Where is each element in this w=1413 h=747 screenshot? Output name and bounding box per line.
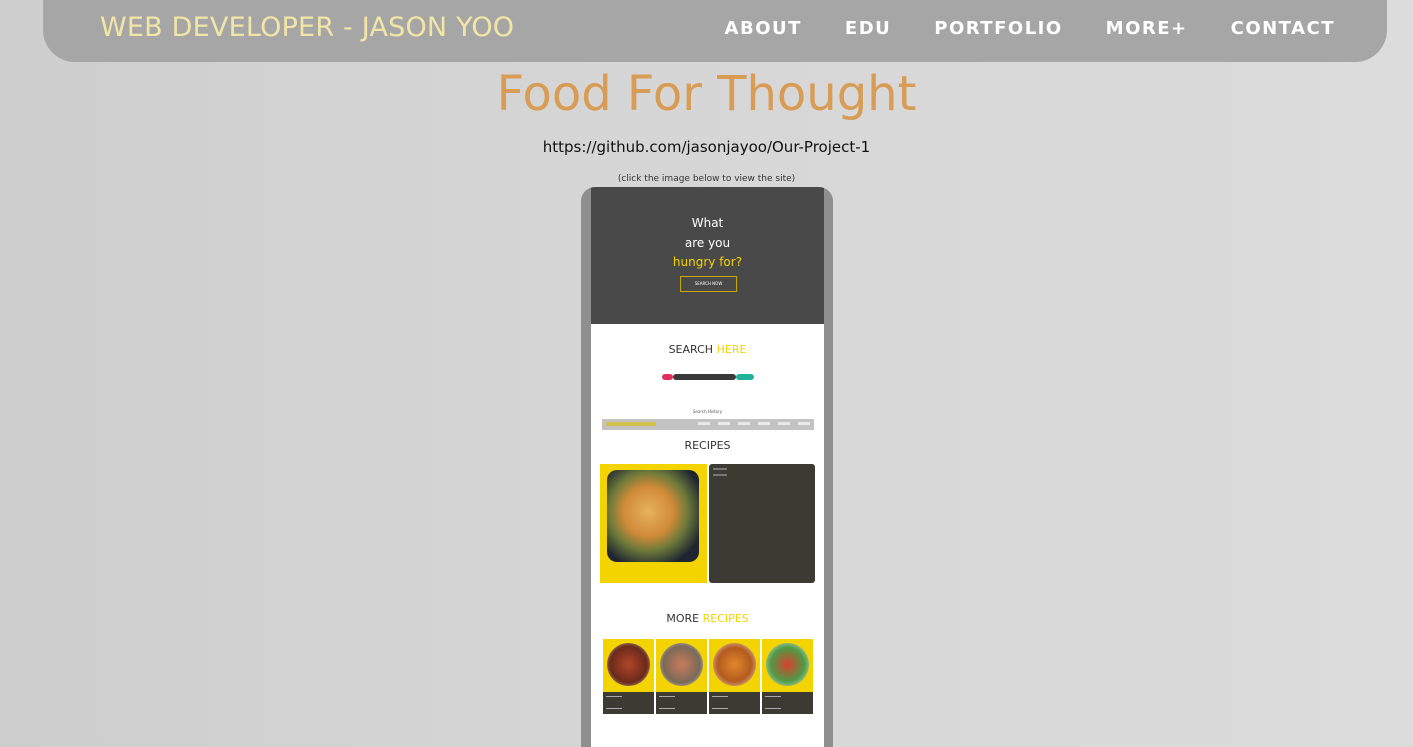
pasta-image: [607, 470, 699, 562]
preview-more-card: [656, 639, 707, 714]
preview-search-title: SEARCH HERE: [591, 343, 824, 356]
nav-link-portfolio[interactable]: PORTFOLIO: [934, 18, 1062, 39]
food-image: [607, 643, 650, 686]
top-navbar: WEB DEVELOPER - JASON YOO ABOUT EDU PORT…: [43, 0, 1387, 62]
preview-search-title-text: SEARCH: [668, 343, 714, 356]
repo-link[interactable]: https://github.com/jasonjayoo/Our-Projec…: [0, 138, 1413, 156]
preview-more-title: MORE RECIPES: [591, 612, 824, 625]
food-image: [660, 643, 703, 686]
project-title: Food For Thought: [496, 66, 917, 122]
food-image: [713, 643, 756, 686]
preview-recipe-card: [600, 464, 707, 583]
nav-links: ABOUT EDU PORTFOLIO MORE+ CONTACT: [682, 18, 1335, 39]
preview-search-pill: [736, 374, 754, 380]
nav-link-more[interactable]: MORE+: [1106, 18, 1188, 39]
preview-recipes-title: RECIPES: [684, 439, 731, 452]
preview-mini-nav: [602, 419, 814, 430]
preview-more-card: [762, 639, 813, 714]
preview-more-title-text: MORE: [666, 612, 700, 625]
preview-more-card: [603, 639, 654, 714]
preview-search-title-hl: HERE: [716, 343, 747, 356]
preview-hero: What are you hungry for? SEARCH NOW: [591, 187, 824, 324]
nav-link-edu[interactable]: EDU: [845, 18, 891, 39]
nav-link-about[interactable]: ABOUT: [725, 18, 802, 39]
site-preview-image[interactable]: What are you hungry for? SEARCH NOW SEAR…: [581, 187, 833, 747]
food-image: [766, 643, 809, 686]
nav-link-contact[interactable]: CONTACT: [1231, 18, 1335, 39]
preview-more-card: [709, 639, 760, 714]
preview-search-bar: [673, 374, 736, 380]
site-brand[interactable]: WEB DEVELOPER - JASON YOO: [100, 12, 514, 43]
preview-screen: What are you hungry for? SEARCH NOW SEAR…: [591, 187, 824, 747]
preview-clear-pill: [662, 374, 673, 380]
preview-recipe-details: [709, 464, 815, 583]
preview-hero-line1: What: [691, 216, 724, 230]
preview-more-title-hl: RECIPES: [702, 612, 749, 625]
preview-hero-line2: are you: [684, 236, 731, 250]
preview-mini-nav-items: [698, 422, 810, 425]
click-hint: (click the image below to view the site): [617, 174, 796, 184]
preview-mini-brand: [606, 422, 656, 426]
preview-hero-highlight: hungry for?: [672, 255, 743, 269]
preview-search-now-button: SEARCH NOW: [680, 276, 737, 292]
preview-history-label: Search History: [692, 409, 723, 414]
